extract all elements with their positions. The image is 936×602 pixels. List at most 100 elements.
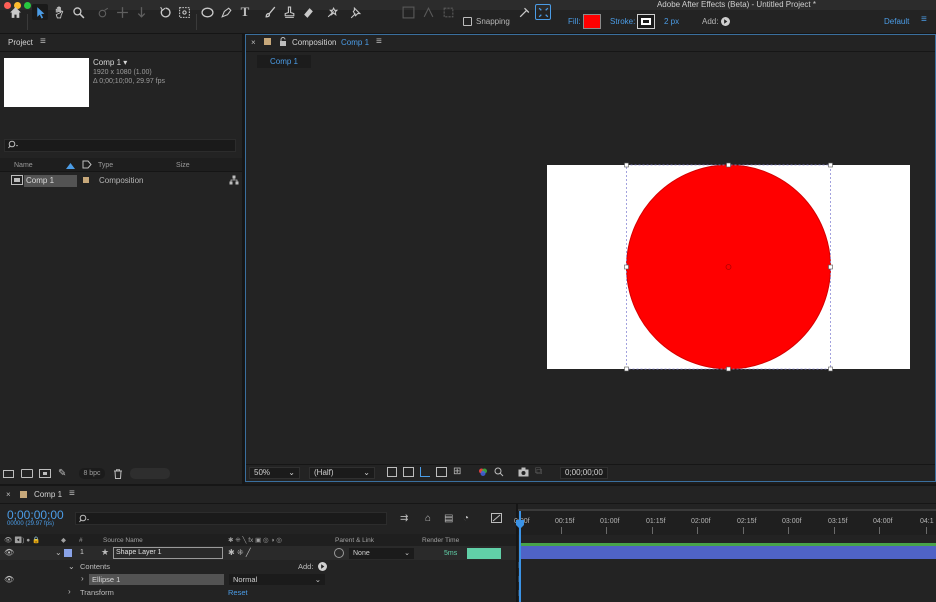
puppet-pin-tool-icon[interactable] bbox=[347, 4, 363, 20]
layer-row[interactable] bbox=[0, 546, 516, 560]
workspace-label[interactable]: Default bbox=[884, 16, 909, 28]
show-snapshot-icon[interactable]: ⧉ bbox=[535, 466, 542, 477]
snap-edges-icon[interactable] bbox=[535, 4, 551, 20]
composition-panel-label[interactable]: Composition bbox=[292, 38, 336, 47]
stroke-color-swatch[interactable] bbox=[637, 14, 655, 29]
timeline-timecode[interactable]: 0;00;00;00 bbox=[7, 508, 64, 522]
chevron-down-icon[interactable]: ⌄ bbox=[55, 548, 62, 557]
blend-mode-select[interactable]: Normal ⌄ bbox=[229, 574, 325, 585]
mask-visibility-icon[interactable] bbox=[420, 467, 430, 477]
rotate-tool-icon[interactable] bbox=[157, 4, 173, 20]
fill-label[interactable]: Fill: bbox=[568, 16, 580, 28]
contents-add-button[interactable] bbox=[318, 562, 327, 571]
color-channel-icon[interactable] bbox=[478, 467, 488, 479]
ellipse-tool-icon[interactable] bbox=[199, 4, 215, 20]
snapping-checkbox[interactable] bbox=[463, 17, 472, 26]
adjust-project-settings-icon[interactable]: ✎ bbox=[58, 468, 66, 479]
project-scroll-thumb[interactable] bbox=[130, 468, 170, 479]
parent-select[interactable]: None ⌄ bbox=[349, 548, 414, 559]
label-column-icon[interactable] bbox=[82, 160, 92, 171]
composition-panel-comp-name[interactable]: Comp 1 bbox=[341, 38, 369, 47]
snap-grid-icon[interactable] bbox=[440, 4, 456, 20]
snap-align-icon[interactable] bbox=[400, 4, 416, 20]
anchor-point-tool-icon[interactable] bbox=[176, 4, 192, 20]
size-column-header[interactable]: Size bbox=[176, 160, 190, 171]
composition-panel-menu-icon[interactable]: ≡ bbox=[376, 36, 382, 47]
new-composition-icon[interactable] bbox=[39, 469, 51, 478]
transform-row[interactable] bbox=[0, 586, 516, 599]
close-panel-icon[interactable]: × bbox=[251, 38, 256, 47]
add-shape-button[interactable] bbox=[721, 17, 730, 26]
project-panel-title[interactable]: Project bbox=[8, 38, 33, 47]
ellipse-group-name[interactable]: Ellipse 1 bbox=[89, 574, 224, 585]
timeline-search-input[interactable] bbox=[75, 512, 387, 525]
type-tool-icon[interactable]: T bbox=[237, 4, 253, 20]
shy-layers-icon[interactable]: ⌂ bbox=[425, 513, 431, 524]
pick-whip-icon[interactable] bbox=[334, 548, 344, 558]
eye-visibility-icon[interactable]: 👁 bbox=[4, 575, 14, 584]
transparency-grid-icon[interactable] bbox=[403, 467, 414, 477]
fast-previews-icon[interactable] bbox=[387, 467, 397, 477]
roto-brush-tool-icon[interactable] bbox=[324, 4, 340, 20]
dolly-tool-icon[interactable] bbox=[133, 4, 149, 20]
eye-visibility-icon[interactable]: 👁 bbox=[4, 548, 14, 557]
graph-editor-icon[interactable] bbox=[491, 513, 502, 523]
home-icon[interactable] bbox=[7, 4, 23, 20]
project-item-name[interactable]: Comp 1 bbox=[24, 175, 77, 187]
zoom-tool-icon[interactable] bbox=[70, 4, 86, 20]
snapping-magnet-icon[interactable] bbox=[516, 4, 532, 20]
project-search-input[interactable] bbox=[4, 139, 236, 152]
playhead-handle[interactable] bbox=[515, 520, 525, 532]
render-time-header[interactable]: Render Time bbox=[422, 535, 459, 546]
layer-switches-icons[interactable]: ✱ ⁜ ╱ bbox=[228, 548, 251, 557]
source-name-header[interactable]: Source Name bbox=[103, 535, 143, 546]
interpret-footage-icon[interactable] bbox=[3, 470, 14, 478]
brush-tool-icon[interactable] bbox=[262, 4, 278, 20]
timeline-tab-label[interactable]: Comp 1 bbox=[34, 490, 62, 499]
composition-mini-flowchart-icon[interactable]: ⇉ bbox=[400, 513, 408, 524]
project-bpc-button[interactable]: 8 bpc bbox=[79, 468, 105, 479]
viewer-timecode[interactable]: 0;00;00;00 bbox=[560, 467, 608, 479]
zoom-select[interactable]: 50% ⌄ bbox=[249, 467, 300, 479]
resolution-select[interactable]: (Half) ⌄ bbox=[309, 467, 375, 479]
project-panel-menu-icon[interactable]: ≡ bbox=[40, 36, 46, 47]
fill-color-swatch[interactable] bbox=[583, 14, 601, 29]
selection-tool-icon[interactable] bbox=[32, 4, 48, 20]
contents-row[interactable] bbox=[0, 560, 516, 573]
label-color-swatch[interactable] bbox=[83, 177, 89, 183]
chevron-right-icon[interactable]: › bbox=[68, 587, 71, 596]
type-column-header[interactable]: Type bbox=[98, 160, 113, 171]
layer-label-swatch[interactable] bbox=[64, 549, 72, 557]
hand-tool-icon[interactable] bbox=[51, 4, 67, 20]
clone-stamp-tool-icon[interactable] bbox=[281, 4, 297, 20]
timeline-menu-icon[interactable]: ≡ bbox=[69, 488, 75, 499]
orbit-tool-icon[interactable] bbox=[95, 4, 111, 20]
chevron-down-icon[interactable]: ⌄ bbox=[68, 562, 75, 571]
transform-reset-link[interactable]: Reset bbox=[228, 588, 248, 597]
flowchart-icon[interactable] bbox=[229, 175, 239, 187]
exposure-icon[interactable] bbox=[494, 467, 504, 479]
workspace-menu-icon[interactable]: ≡ bbox=[921, 14, 927, 26]
layer-duration-bar[interactable] bbox=[521, 546, 936, 559]
pen-tool-icon[interactable] bbox=[218, 4, 234, 20]
project-comp-name[interactable]: Comp 1 ▾ bbox=[93, 58, 127, 67]
ellipse-shape-layer[interactable] bbox=[620, 158, 838, 376]
grid-guide-options-icon[interactable]: ⊞ bbox=[453, 466, 461, 477]
comp-navigator-tab[interactable]: Comp 1 bbox=[257, 55, 311, 68]
chevron-right-icon[interactable]: › bbox=[81, 574, 84, 583]
name-column-header[interactable]: Name bbox=[14, 160, 33, 171]
stroke-label[interactable]: Stroke: bbox=[610, 16, 635, 28]
parent-link-header[interactable]: Parent & Link bbox=[335, 535, 374, 546]
stroke-width-value[interactable]: 2 px bbox=[664, 16, 679, 28]
close-timeline-icon[interactable]: × bbox=[6, 490, 11, 499]
sort-ascending-icon[interactable] bbox=[66, 162, 75, 171]
layer-name[interactable]: Shape Layer 1 bbox=[113, 547, 223, 559]
snapshot-camera-icon[interactable] bbox=[518, 467, 529, 479]
lock-icon[interactable] bbox=[279, 37, 287, 48]
trash-icon[interactable] bbox=[113, 469, 123, 481]
eraser-tool-icon[interactable] bbox=[300, 4, 316, 20]
region-of-interest-icon[interactable] bbox=[436, 467, 447, 477]
frame-blending-icon[interactable]: ▤ bbox=[444, 513, 453, 524]
snap-options-icon[interactable] bbox=[420, 4, 436, 20]
motion-blur-icon[interactable]: ◔ bbox=[463, 513, 469, 524]
